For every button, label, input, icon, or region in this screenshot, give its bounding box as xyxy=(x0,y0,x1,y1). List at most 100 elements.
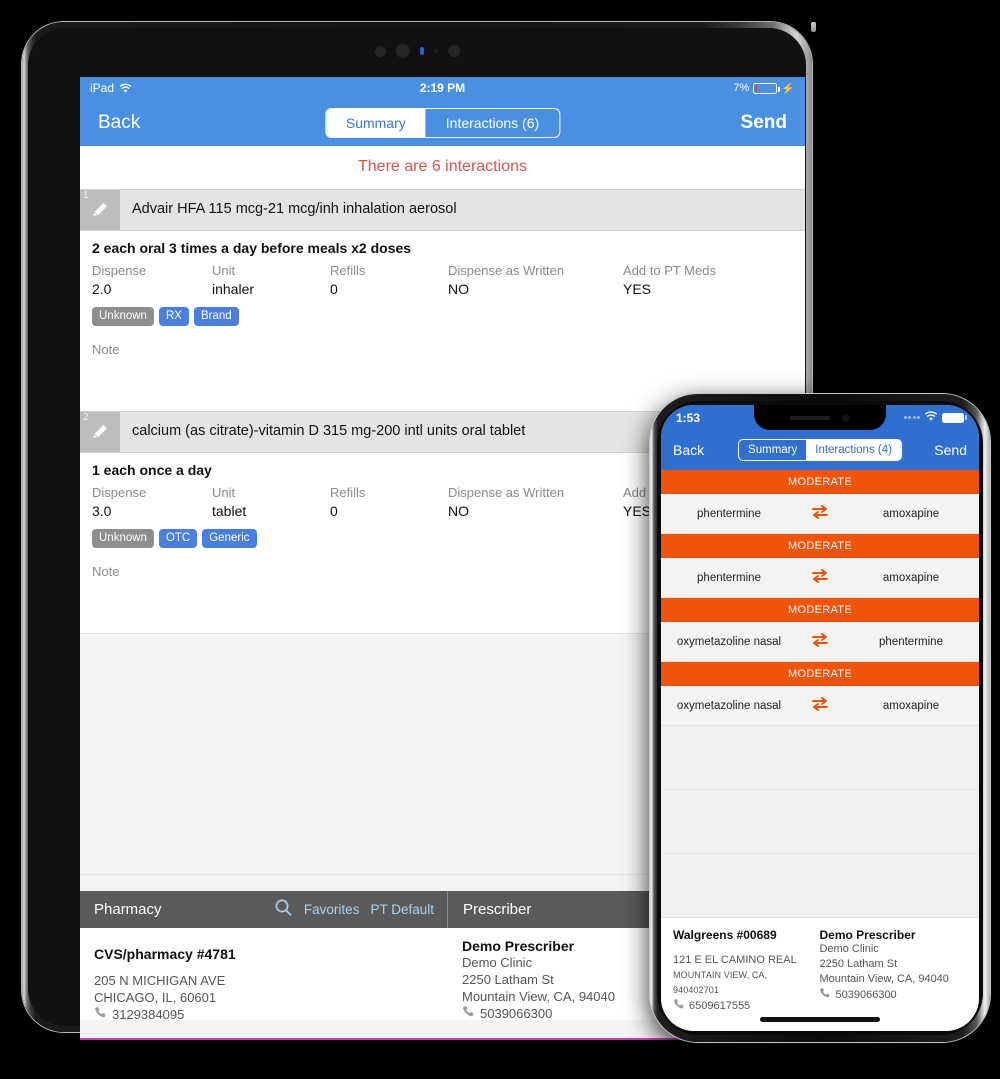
interaction-row[interactable]: phentermine amoxapine xyxy=(661,494,979,534)
pharmacy-title: Pharmacy xyxy=(94,901,162,918)
label-refills: Refills xyxy=(330,263,366,278)
label-dispense: Dispense xyxy=(92,263,147,278)
medication-body-1: 2 each oral 3 times a day before meals x… xyxy=(80,231,805,363)
wifi-icon xyxy=(924,410,938,425)
prescriber-phone: 5039066300 xyxy=(480,1005,553,1021)
ipad-camera-icon xyxy=(395,44,410,58)
medication-tags-1: Unknown RX Brand xyxy=(92,307,793,326)
ipad-power-button[interactable] xyxy=(811,22,816,32)
tag-otc[interactable]: OTC xyxy=(158,529,198,548)
iphone-prescriber-address-line1: 2250 Latham St xyxy=(819,958,898,970)
tag-brand[interactable]: Brand xyxy=(193,307,239,326)
pharmacy-name: CVS/pharmacy #4781 xyxy=(94,946,236,962)
medication-sig-1: 2 each oral 3 times a day before meals x… xyxy=(92,240,412,256)
battery-icon xyxy=(942,412,967,423)
favorites-link[interactable]: Favorites xyxy=(304,902,360,917)
swap-arrows-icon xyxy=(797,696,843,715)
value-dispense: 2.0 xyxy=(92,281,112,297)
medication-index-2: 2 xyxy=(83,412,89,423)
interaction-drug-a: phentermine xyxy=(697,507,761,520)
ipad-send-button[interactable]: Send xyxy=(741,112,787,134)
iphone-device-frame: 1:53 Back Summary Interactions (4) Send … xyxy=(650,394,990,1042)
label-add-to-pt-meds: Add to PT Meds xyxy=(623,263,716,278)
pharmacy-card[interactable]: CVS/pharmacy #4781 205 N MICHIGAN AVE CH… xyxy=(80,928,448,1022)
charging-bolt-icon: ⚡ xyxy=(781,82,795,95)
tag-unknown[interactable]: Unknown xyxy=(92,307,154,326)
iphone-prescriber-card[interactable]: Demo Prescriber Demo Clinic 2250 Latham … xyxy=(819,928,967,1013)
iphone-pharmacy-name: Walgreens #00689 xyxy=(673,928,777,942)
home-indicator[interactable] xyxy=(760,1017,880,1022)
interaction-row[interactable]: oxymetazoline nasal amoxapine xyxy=(661,686,979,726)
tag-generic[interactable]: Generic xyxy=(202,529,257,548)
ipad-battery-percent: 7% xyxy=(733,82,750,94)
pt-default-link[interactable]: PT Default xyxy=(370,902,434,917)
phone-icon xyxy=(94,1006,107,1022)
pharmacy-address-line2: CHICAGO, IL, 60601 xyxy=(94,990,217,1005)
interaction-drug-b: amoxapine xyxy=(882,699,940,712)
iphone-prescriber-name: Demo Prescriber xyxy=(819,928,916,942)
interaction-row[interactable]: phentermine amoxapine xyxy=(661,558,979,598)
phone-icon xyxy=(462,1005,475,1021)
interaction-drug-a: phentermine xyxy=(697,571,761,584)
iphone-pharmacy-phone: 6509617555 xyxy=(689,999,751,1012)
severity-badge: MODERATE xyxy=(661,598,979,622)
iphone-screen: 1:53 Back Summary Interactions (4) Send … xyxy=(661,405,979,1031)
value-dispense-as-written: NO xyxy=(448,503,469,519)
swap-arrows-icon xyxy=(797,632,843,651)
pharmacy-phone: 3129384095 xyxy=(112,1006,185,1022)
phone-icon xyxy=(819,987,831,1002)
medication-header-1[interactable]: 1 Advair HFA 115 mcg-21 mcg/inh inhalati… xyxy=(80,189,805,231)
earpiece-speaker-icon xyxy=(790,415,830,420)
value-refills: 0 xyxy=(330,281,338,297)
pencil-icon xyxy=(90,199,110,224)
ipad-nav-bar: Back Summary Interactions (6) Send xyxy=(80,99,805,146)
pencil-icon xyxy=(90,421,110,446)
interaction-drug-b: phentermine xyxy=(879,635,943,648)
medication-note-1[interactable]: Note xyxy=(92,342,793,357)
ipad-sensor-cluster xyxy=(342,44,492,58)
iphone-footer: Walgreens #00689 121 E EL CAMINO REAL MO… xyxy=(661,918,979,1013)
iphone-prescriber-phone: 5039066300 xyxy=(835,988,897,1001)
ipad-sensor-icon xyxy=(374,45,386,57)
ipad-indicator-light-icon xyxy=(419,47,424,55)
edit-pencil-button-1[interactable]: 1 xyxy=(80,190,120,230)
ipad-mic-icon xyxy=(433,49,438,53)
edit-pencil-button-2[interactable]: 2 xyxy=(80,412,120,452)
label-unit: Unit xyxy=(212,485,236,500)
ipad-back-button[interactable]: Back xyxy=(98,112,140,134)
severity-badge: MODERATE xyxy=(661,662,979,686)
iphone-tab-interactions[interactable]: Interactions (4) xyxy=(806,440,901,460)
ipad-tab-summary[interactable]: Summary xyxy=(325,108,426,137)
value-unit: inhaler xyxy=(212,281,255,297)
swap-arrows-icon xyxy=(797,568,843,587)
interaction-drug-b: amoxapine xyxy=(882,507,940,520)
label-dispense: Dispense xyxy=(92,485,147,500)
medication-title-1: Advair HFA 115 mcg-21 mcg/inh inhalation… xyxy=(132,201,457,217)
ipad-segmented-control[interactable]: Summary Interactions (6) xyxy=(324,107,561,138)
iphone-prescriber-clinic: Demo Clinic xyxy=(819,943,879,955)
battery-icon xyxy=(753,82,780,94)
interaction-drug-a: oxymetazoline nasal xyxy=(676,635,782,648)
iphone-pharmacy-phone-row: 6509617555 xyxy=(673,998,813,1013)
tag-rx[interactable]: RX xyxy=(158,307,189,326)
pharmacy-header: Pharmacy Favorites PT Default xyxy=(80,891,448,928)
ipad-proximity-sensor-icon xyxy=(447,45,460,57)
iphone-segmented-control[interactable]: Summary Interactions (4) xyxy=(738,439,902,461)
screenshot-stage: iPad 2:19 PM 7% ⚡ Back Summary Interacti… xyxy=(0,0,1000,1079)
iphone-pharmacy-card[interactable]: Walgreens #00689 121 E EL CAMINO REAL MO… xyxy=(673,928,819,1013)
pharmacy-phone-row: 3129384095 xyxy=(94,1006,434,1022)
empty-list-row xyxy=(661,854,979,918)
iphone-back-button[interactable]: Back xyxy=(673,442,704,458)
empty-list-row xyxy=(661,726,979,790)
cellular-signal-icon xyxy=(903,416,920,419)
iphone-tab-summary[interactable]: Summary xyxy=(739,440,806,460)
label-dispense-as-written: Dispense as Written xyxy=(448,485,565,500)
ipad-tab-interactions[interactable]: Interactions (6) xyxy=(426,109,559,137)
iphone-clock: 1:53 xyxy=(676,410,701,425)
tag-unknown[interactable]: Unknown xyxy=(92,529,154,548)
interaction-row[interactable]: oxymetazoline nasal phentermine xyxy=(661,622,979,662)
medication-index-1: 1 xyxy=(83,190,89,201)
iphone-send-button[interactable]: Send xyxy=(934,442,967,458)
search-icon[interactable] xyxy=(274,898,293,922)
empty-list-row xyxy=(661,790,979,854)
